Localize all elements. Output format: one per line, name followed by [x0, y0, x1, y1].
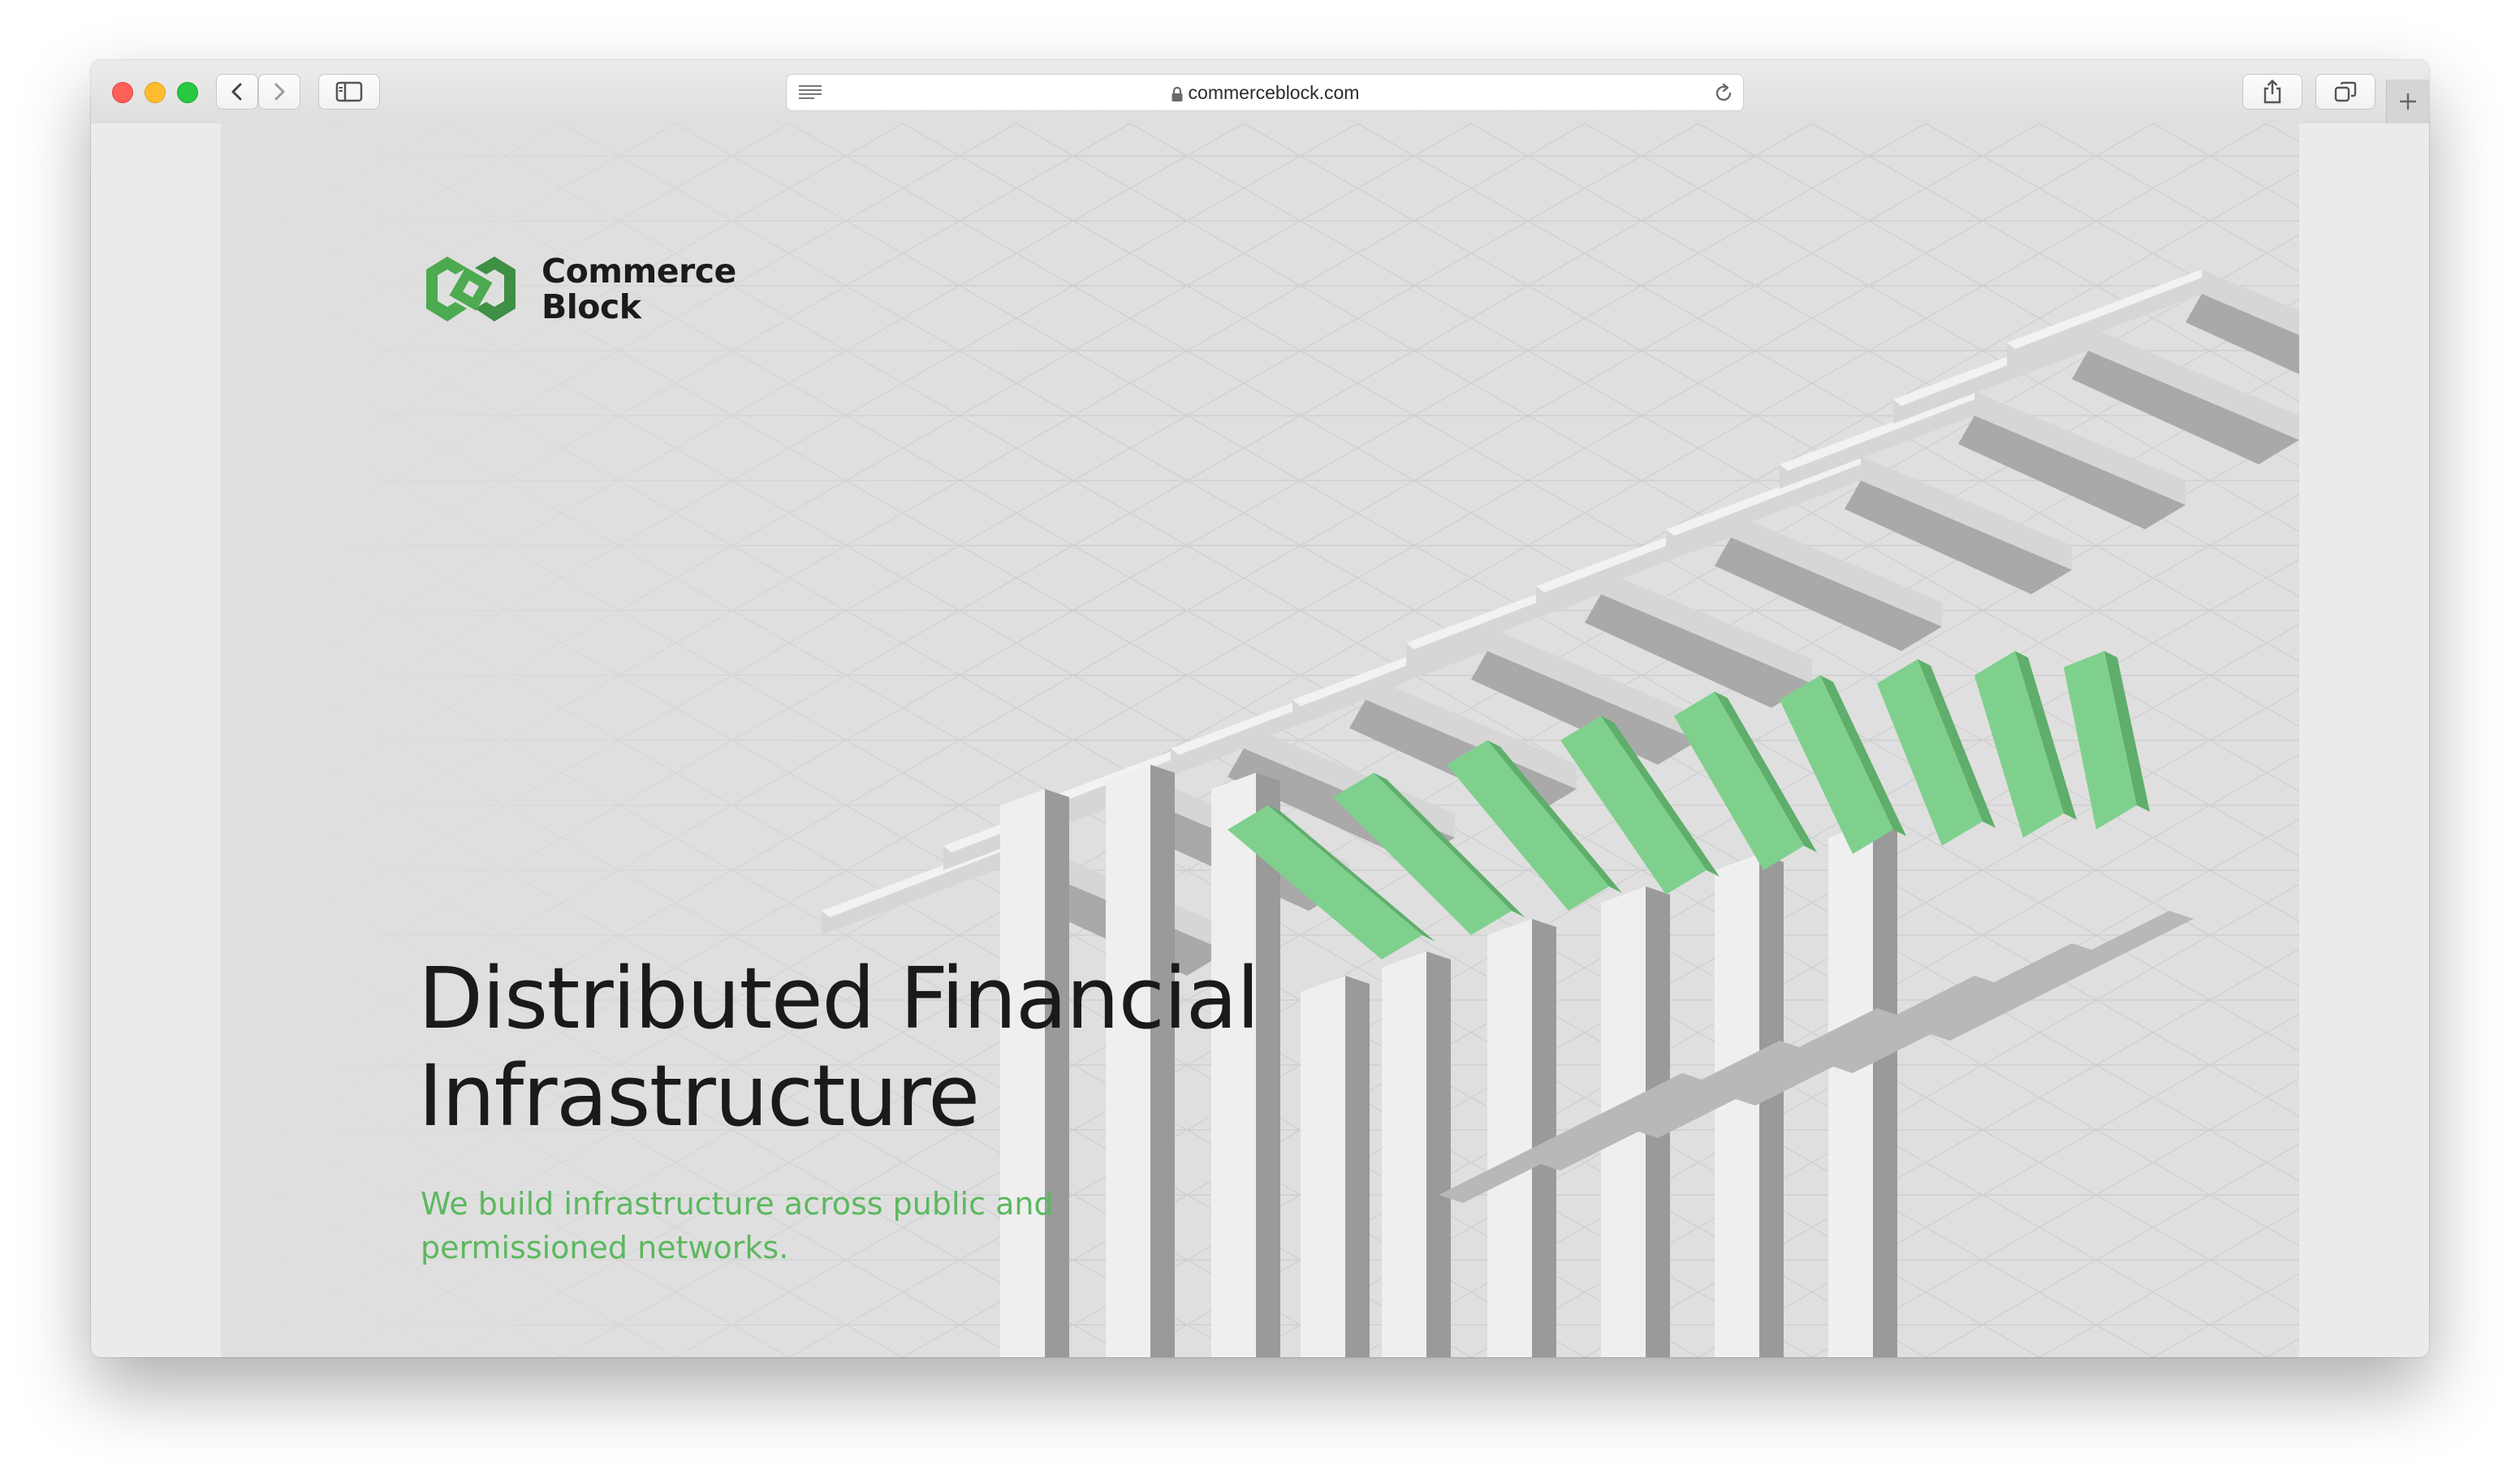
tab-overview-button[interactable]: [2315, 74, 2375, 110]
back-button[interactable]: [216, 74, 258, 110]
minimize-window-button[interactable]: [145, 82, 166, 103]
sidebar-button[interactable]: [318, 74, 380, 110]
chevron-left-icon: [231, 83, 242, 101]
address-bar[interactable]: commerceblock.com: [786, 74, 1744, 111]
sidebar-icon: [335, 81, 363, 102]
pillar-side-8: [1873, 821, 1897, 1357]
web-viewport: Commerce Block Distributed Financial Inf…: [91, 123, 2429, 1357]
hero-section: Commerce Block Distributed Financial Inf…: [221, 123, 2299, 1357]
url-text: commerceblock.com: [1188, 82, 1360, 103]
pillar-front-4: [1382, 951, 1426, 1357]
commerceblock-logo-icon: [426, 257, 516, 321]
tabs-icon: [2334, 81, 2357, 102]
pillar-side-7: [1759, 854, 1784, 1357]
share-icon: [2263, 80, 2281, 104]
browser-window: commerceblock.com Commerce Block Distrib…: [91, 60, 2429, 1357]
brand-name-line1: Commerce: [542, 252, 736, 291]
share-button[interactable]: [2242, 74, 2302, 110]
browser-toolbar: commerceblock.com: [91, 60, 2429, 125]
subheadline-line2: permissioned networks.: [421, 1230, 789, 1266]
headline-line2: Infrastructure: [418, 1046, 980, 1145]
reload-icon[interactable]: [1712, 82, 1735, 105]
lock-icon: [1172, 86, 1183, 101]
pillar-front-8: [1828, 821, 1873, 1357]
new-tab-button[interactable]: [2386, 80, 2429, 123]
forward-button[interactable]: [258, 74, 300, 110]
brand-logo[interactable]: Commerce Block: [420, 250, 736, 328]
subheadline-line1: We build infrastructure across public an…: [421, 1186, 1054, 1222]
chevron-right-icon: [274, 83, 285, 101]
pillar-front-5: [1487, 919, 1532, 1357]
brand-name-line2: Block: [542, 287, 641, 326]
pillar-front-3: [1301, 976, 1345, 1357]
url-display: commerceblock.com: [787, 75, 1743, 110]
pillar-side-3: [1345, 976, 1370, 1357]
page-subheadline: We build infrastructure across public an…: [421, 1182, 1086, 1270]
close-window-button[interactable]: [112, 82, 133, 103]
plus-icon: [2400, 93, 2416, 110]
zoom-window-button[interactable]: [177, 82, 198, 103]
headline-line1: Distributed Financial: [418, 949, 1260, 1048]
page-headline: Distributed Financial Infrastructure: [418, 949, 1260, 1145]
pillar-side-4: [1426, 951, 1451, 1357]
brand-name: Commerce Block: [542, 253, 736, 325]
